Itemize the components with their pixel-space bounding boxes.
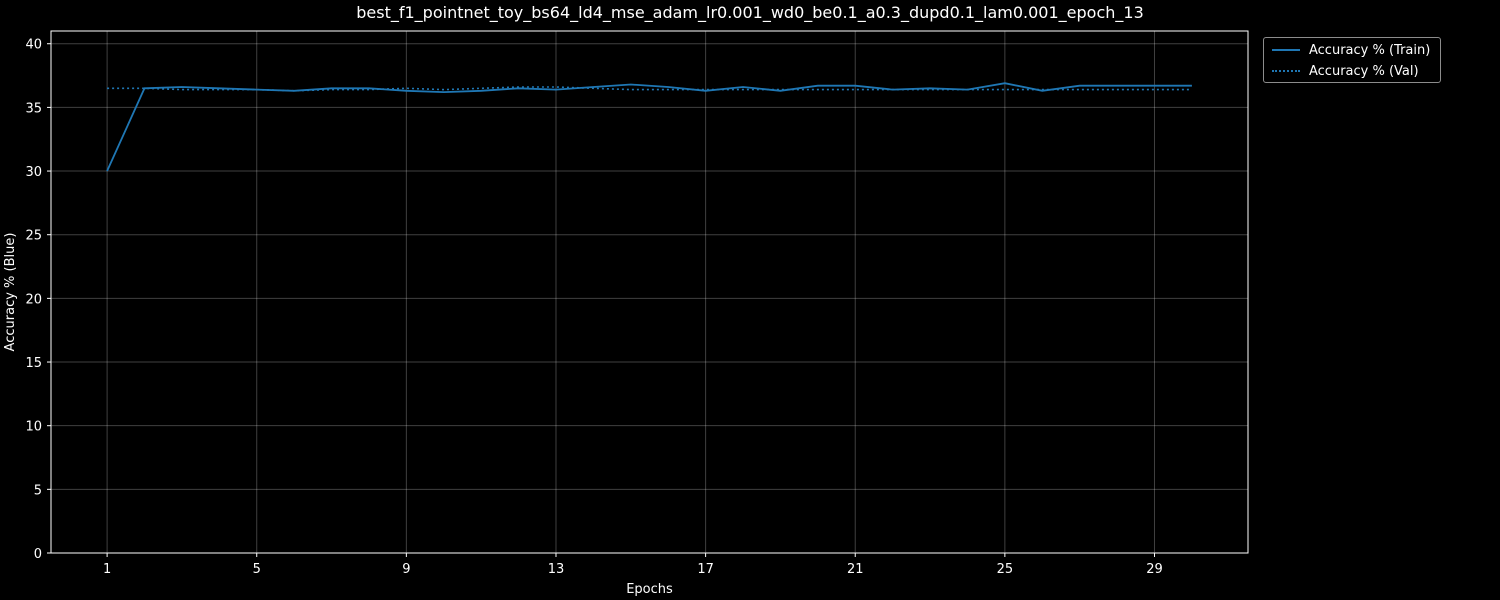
legend-swatch-dotted	[1272, 70, 1300, 72]
x-axis-label: Epochs	[626, 582, 673, 597]
x-tick-label: 1	[103, 562, 111, 577]
x-tick-label: 17	[697, 562, 714, 577]
series-line-train	[106, 82, 1192, 172]
y-tick-label: 25	[25, 229, 42, 244]
y-tick-label: 15	[25, 356, 42, 371]
legend-item-train: Accuracy % (Train)	[1264, 40, 1430, 60]
x-tick-label: 5	[253, 562, 261, 577]
legend-item-val: Accuracy % (Val)	[1264, 61, 1419, 81]
y-tick-label: 20	[25, 292, 42, 307]
plot-area	[50, 30, 1249, 554]
y-tick-label: 5	[34, 483, 42, 498]
chart-title: best_f1_pointnet_toy_bs64_ld4_mse_adam_l…	[356, 3, 1144, 23]
y-tick-label: 35	[25, 101, 42, 116]
y-tick-label: 0	[34, 547, 42, 562]
line-chart: best_f1_pointnet_toy_bs64_ld4_mse_adam_l…	[3, 3, 1249, 597]
y-tick-label: 10	[25, 420, 42, 435]
legend: Accuracy % (Train) Accuracy % (Val)	[1263, 37, 1441, 83]
legend-swatch-solid	[1272, 49, 1300, 51]
y-axis-label: Accuracy % (Blue)	[3, 233, 18, 352]
y-tick-label: 30	[25, 165, 42, 180]
x-tick-label: 25	[997, 562, 1014, 577]
x-tick-label: 29	[1146, 562, 1163, 577]
y-tick-label: 40	[25, 38, 42, 53]
series-layer	[106, 82, 1192, 172]
legend-label-val: Accuracy % (Val)	[1309, 63, 1419, 79]
grid	[51, 31, 1248, 554]
x-tick-label: 13	[548, 562, 565, 577]
x-tick-label: 21	[847, 562, 864, 577]
axis-ticks: 1 5 9 13 17 21 25 290510152025303540	[25, 38, 1162, 577]
x-tick-label: 9	[402, 562, 410, 577]
legend-label-train: Accuracy % (Train)	[1309, 42, 1431, 58]
